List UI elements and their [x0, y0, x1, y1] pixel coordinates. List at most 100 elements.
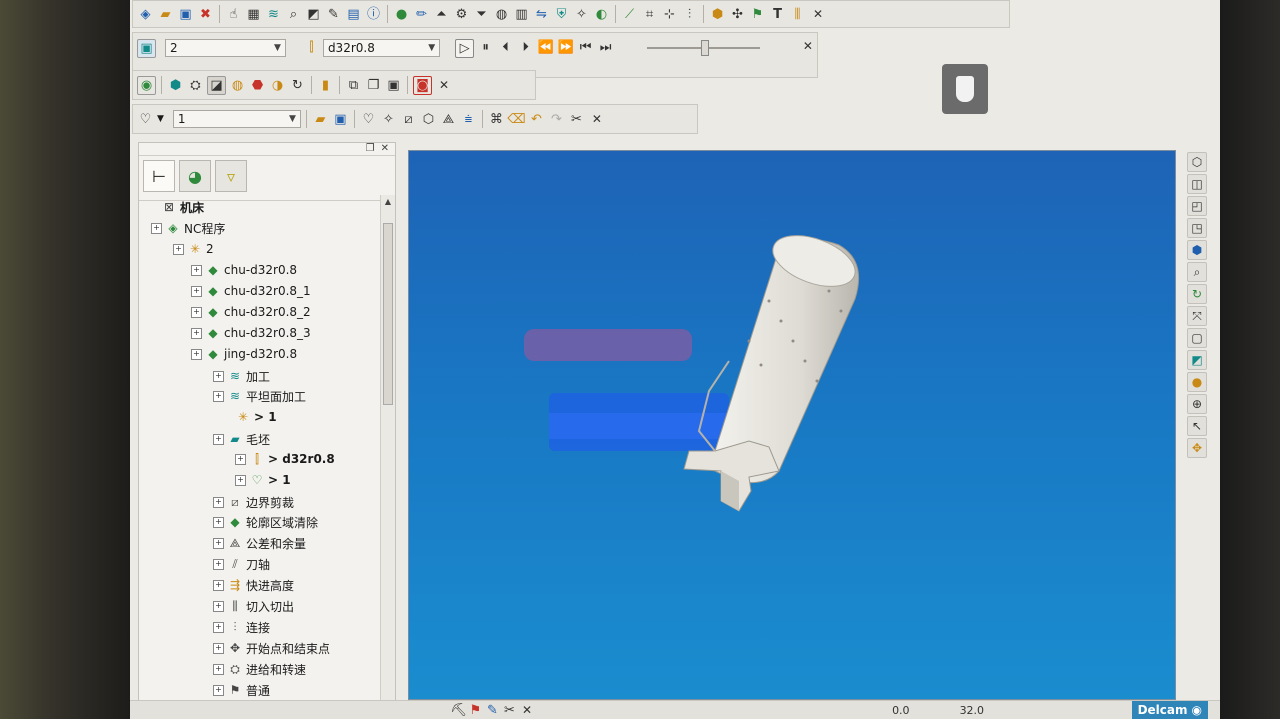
tree-item[interactable]: + ◆ chu-d32r0.8 — [191, 260, 297, 280]
expand-icon[interactable]: + — [213, 516, 224, 528]
scroll-thumb[interactable] — [383, 223, 393, 405]
tree-item[interactable]: + ⫶ 连接 — [213, 617, 270, 637]
layers-icon[interactable]: ≋ — [265, 6, 282, 23]
view-side-icon[interactable]: ◳ — [1187, 218, 1207, 238]
arrow-down-icon[interactable]: ⏷ — [473, 6, 490, 23]
step-forward-icon[interactable]: ⏵ — [517, 39, 534, 56]
save-icon[interactable]: ▣ — [177, 6, 194, 23]
curve-b-icon[interactable]: ✧ — [380, 111, 397, 128]
simulation-speed-slider[interactable] — [647, 39, 760, 57]
line-icon[interactable]: ⟋ — [621, 6, 638, 23]
tab-globe[interactable]: ◕ — [179, 160, 211, 192]
redo-icon[interactable]: ↷ — [548, 111, 565, 128]
half-color-icon[interactable]: ◑ — [269, 77, 286, 94]
tree-item[interactable]: + ◆ chu-d32r0.8_2 — [191, 302, 311, 322]
chevron-down-icon[interactable]: ▼ — [157, 114, 164, 124]
expand-icon[interactable]: + — [213, 579, 224, 591]
wrench-icon[interactable]: ✣ — [729, 6, 746, 23]
zoom-icon[interactable]: ⌕ — [1187, 262, 1207, 282]
ruler-icon[interactable]: ⫼ — [789, 6, 806, 23]
level-set-icon[interactable]: ⇋ — [533, 6, 550, 23]
shade-sphere-icon[interactable]: ◉ — [137, 75, 156, 95]
to-end-icon[interactable]: ⏭ — [597, 39, 614, 56]
close-icon[interactable]: ✕ — [522, 703, 532, 717]
expand-icon[interactable]: + — [213, 370, 224, 382]
tree-item[interactable]: + ≋ 平坦面加工 — [213, 386, 306, 406]
gear-icon[interactable]: ⚙ — [453, 6, 470, 23]
shield-icon[interactable]: ⛨ — [553, 6, 570, 23]
undo-icon[interactable]: ↶ — [528, 111, 545, 128]
expand-icon[interactable]: + — [173, 243, 184, 255]
expand-icon[interactable]: + — [191, 264, 202, 276]
slider-thumb[interactable] — [701, 40, 710, 56]
shade-icon[interactable]: ◩ — [1187, 350, 1207, 370]
status-marker-icon[interactable]: ⚑ — [467, 702, 484, 719]
tree-item[interactable]: + ⟁ 公差和余量 — [213, 533, 306, 553]
expand-icon[interactable]: + — [213, 684, 224, 696]
pattern-icon[interactable]: ♡ — [137, 111, 154, 128]
step-back-icon[interactable]: ⏴ — [497, 39, 514, 56]
expand-icon[interactable]: + — [213, 433, 224, 445]
expand-icon[interactable]: + — [213, 600, 224, 612]
info-icon[interactable]: ⓘ — [365, 6, 382, 23]
tree-item[interactable]: + ⇶ 快进高度 — [213, 575, 294, 595]
expand-icon[interactable]: + — [213, 537, 224, 549]
view-top-icon[interactable]: ◰ — [1187, 196, 1207, 216]
tree-item[interactable]: + ◆ jing-d32r0.8 — [191, 344, 297, 364]
pattern-select[interactable]: 1 ▼ — [172, 110, 301, 128]
delete-icon[interactable]: ✖ — [197, 6, 214, 23]
expand-icon[interactable]: + — [191, 327, 202, 339]
tree-item[interactable]: + ⫿ > d32r0.8 — [235, 449, 335, 469]
play-arrow-icon[interactable]: ▷ — [455, 39, 475, 58]
render-icon[interactable]: ◩ — [305, 6, 322, 23]
close-icon[interactable]: ✕ — [803, 39, 813, 53]
plain-shading-icon[interactable]: ◪ — [207, 75, 226, 95]
pause-icon[interactable]: ⏸ — [477, 39, 494, 56]
machine-icon[interactable]: ⛭ — [187, 77, 204, 94]
edit-curve-icon[interactable]: ⌘ — [488, 111, 505, 128]
expand-icon[interactable]: + — [213, 558, 224, 570]
expand-icon[interactable]: + — [213, 642, 224, 654]
mesh-icon[interactable]: ◍ — [229, 77, 246, 94]
view-iso-icon[interactable]: ⬡ — [1187, 152, 1207, 172]
save-block-icon[interactable]: ▣ — [385, 77, 402, 94]
expand-icon[interactable]: + — [191, 348, 202, 360]
fit-icon[interactable]: ⤧ — [1187, 306, 1207, 326]
stamp-icon[interactable]: ⩧ — [460, 111, 477, 128]
view-3d-icon[interactable]: ⬢ — [1187, 240, 1207, 260]
tool-path-icon[interactable]: ⌗ — [641, 6, 658, 23]
frame-icon[interactable]: ▢ — [1187, 328, 1207, 348]
tree-item[interactable]: + ⫼ 切入切出 — [213, 596, 294, 616]
graphics-viewport[interactable] — [408, 150, 1176, 700]
split-icon[interactable]: ⊹ — [661, 6, 678, 23]
expand-icon[interactable]: + — [191, 306, 202, 318]
sphere-icon[interactable]: ● — [393, 6, 410, 23]
tab-explorer[interactable]: ⊢ — [143, 160, 175, 192]
tree-item[interactable]: + ✳ 2 — [173, 239, 214, 259]
tree-item[interactable]: + ◆ chu-d32r0.8_3 — [191, 323, 311, 343]
grid-icon[interactable]: ▦ — [245, 6, 262, 23]
refresh-icon[interactable]: ↻ — [1187, 284, 1207, 304]
scroll-up-icon[interactable]: ▲ — [381, 195, 395, 209]
tree-scrollbar[interactable]: ▲ ▼ — [380, 195, 395, 718]
restore-icon[interactable]: ❐ — [366, 143, 375, 155]
pointer-icon[interactable]: ↖ — [1187, 416, 1207, 436]
cursor-icon[interactable]: ☝ — [225, 6, 242, 23]
tree-item[interactable]: + ⫽ 刀轴 — [213, 554, 270, 574]
tree-item[interactable]: ✳ > 1 — [235, 407, 277, 427]
tab-bin[interactable]: ▿ — [215, 160, 247, 192]
tool-select[interactable]: d32r0.8 ▼ — [322, 39, 441, 57]
export-icon[interactable]: ▮ — [317, 77, 334, 94]
save-icon[interactable]: ▣ — [332, 111, 349, 128]
status-tool-icon[interactable]: ⛏ — [450, 702, 467, 719]
expand-icon[interactable]: + — [151, 222, 162, 234]
dynamic-icon[interactable]: ✥ — [1187, 438, 1207, 458]
nc-output-icon[interactable]: ◍ — [493, 6, 510, 23]
curve-icon[interactable]: ◐ — [593, 6, 610, 23]
expand-icon[interactable]: + — [213, 496, 224, 508]
close-icon[interactable]: ✕ — [381, 143, 389, 155]
curve-d-icon[interactable]: ⬡ — [420, 111, 437, 128]
status-scissors-icon[interactable]: ✂ — [501, 702, 518, 719]
open-folder-icon[interactable]: ▰ — [157, 6, 174, 23]
cube-view-icon[interactable]: ◈ — [137, 6, 154, 23]
